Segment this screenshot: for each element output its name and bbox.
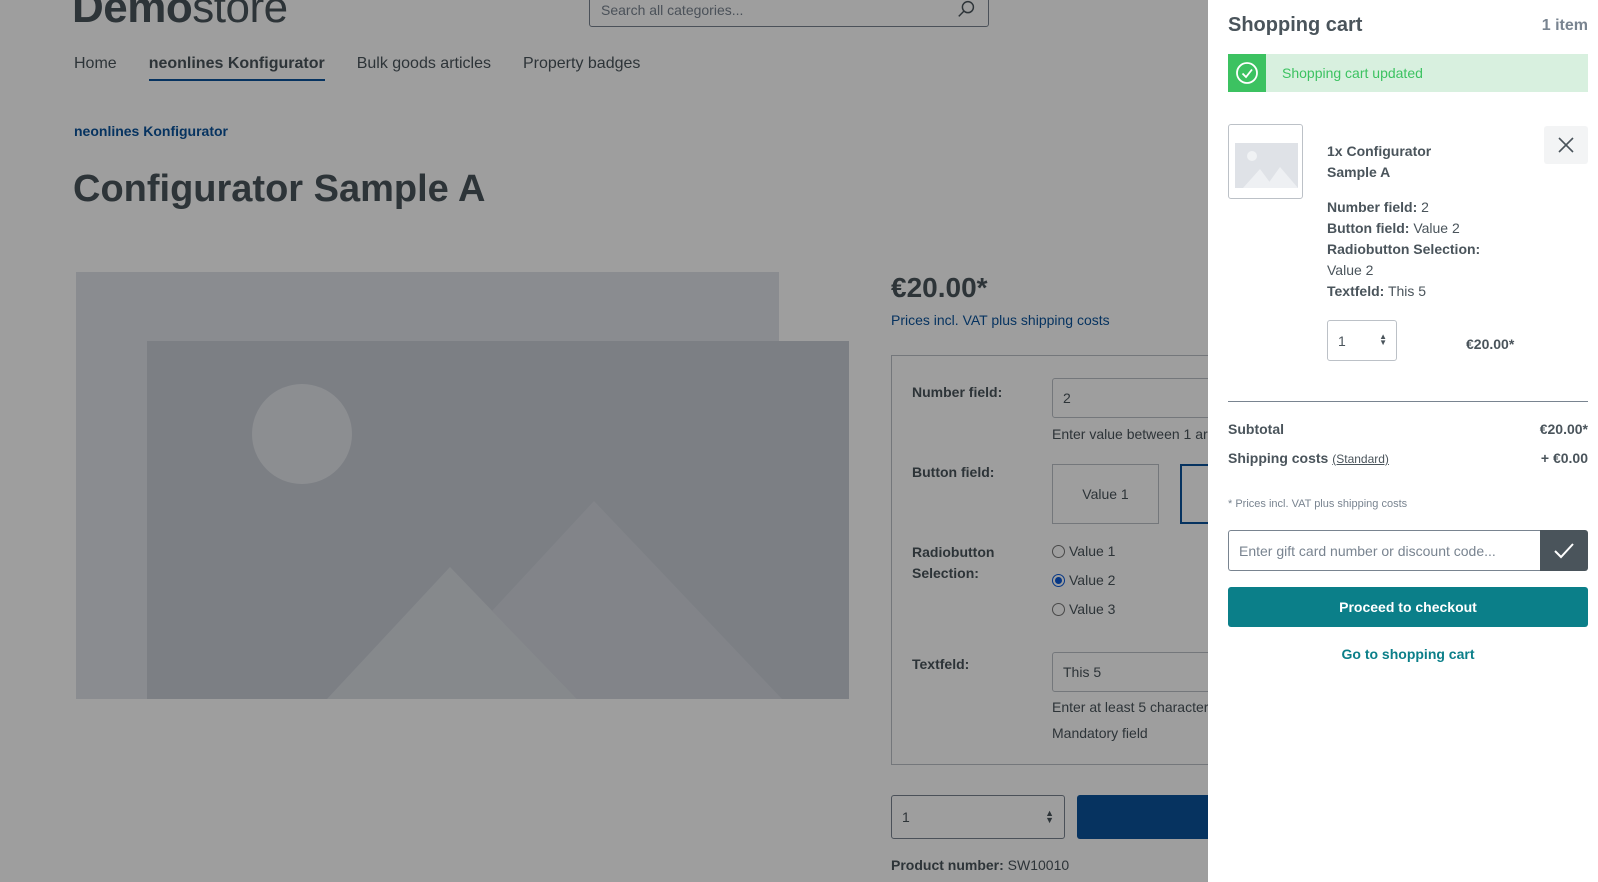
option-number-field: Number field: 2 — [1327, 199, 1429, 215]
alert-text: Shopping cart updated — [1282, 65, 1423, 81]
close-icon — [1558, 137, 1574, 153]
shipping-value: + €0.00 — [1540, 450, 1588, 466]
success-alert: Shopping cart updated — [1228, 54, 1588, 92]
line-item-price: €20.00* — [1466, 336, 1515, 352]
discount-code-input[interactable]: Enter gift card number or discount code.… — [1228, 530, 1540, 571]
option-textfeld: Textfeld: This 5 — [1327, 283, 1427, 299]
option-radio-selection: Radiobutton Selection: Value 2 — [1327, 241, 1481, 278]
proceed-to-checkout-button[interactable]: Proceed to checkout — [1228, 587, 1588, 627]
divider — [1228, 401, 1588, 402]
line-item-image[interactable] — [1228, 124, 1303, 199]
image-placeholder-icon — [1235, 143, 1298, 188]
checkmark-circle-icon — [1228, 54, 1266, 92]
line-item-quantity-select[interactable]: 1 ▲ ▼ — [1327, 320, 1397, 361]
apply-discount-button[interactable] — [1540, 530, 1588, 571]
subtotal-row: Subtotal €20.00* — [1228, 421, 1588, 437]
shipping-row: Shipping costs (Standard) + €0.00 — [1228, 450, 1588, 466]
shipping-method-link[interactable]: (Standard) — [1332, 452, 1389, 466]
shipping-label: Shipping costs (Standard) — [1228, 450, 1389, 466]
cart-title: Shopping cart — [1228, 14, 1363, 36]
cart-tax-note: * Prices incl. VAT plus shipping costs — [1228, 498, 1408, 510]
option-button-field: Button field: Value 2 — [1327, 220, 1460, 236]
offcanvas-cart: Shopping cart 1 item Shopping cart updat… — [1208, 0, 1598, 882]
checkmark-icon — [1554, 543, 1574, 559]
remove-item-button[interactable] — [1544, 126, 1588, 164]
subtotal-label: Subtotal — [1228, 421, 1284, 437]
line-item-name[interactable]: 1x Configurator Sample A — [1327, 141, 1457, 183]
cart-item-count: 1 item — [1541, 17, 1588, 34]
select-arrows-icon: ▲ ▼ — [1379, 332, 1387, 347]
line-item-options: Number field: 2 Button field: Value 2 Ra… — [1327, 197, 1517, 302]
quantity-value: 1 — [1338, 333, 1346, 349]
go-to-cart-link[interactable]: Go to shopping cart — [1228, 646, 1588, 662]
subtotal-value: €20.00* — [1539, 421, 1588, 437]
